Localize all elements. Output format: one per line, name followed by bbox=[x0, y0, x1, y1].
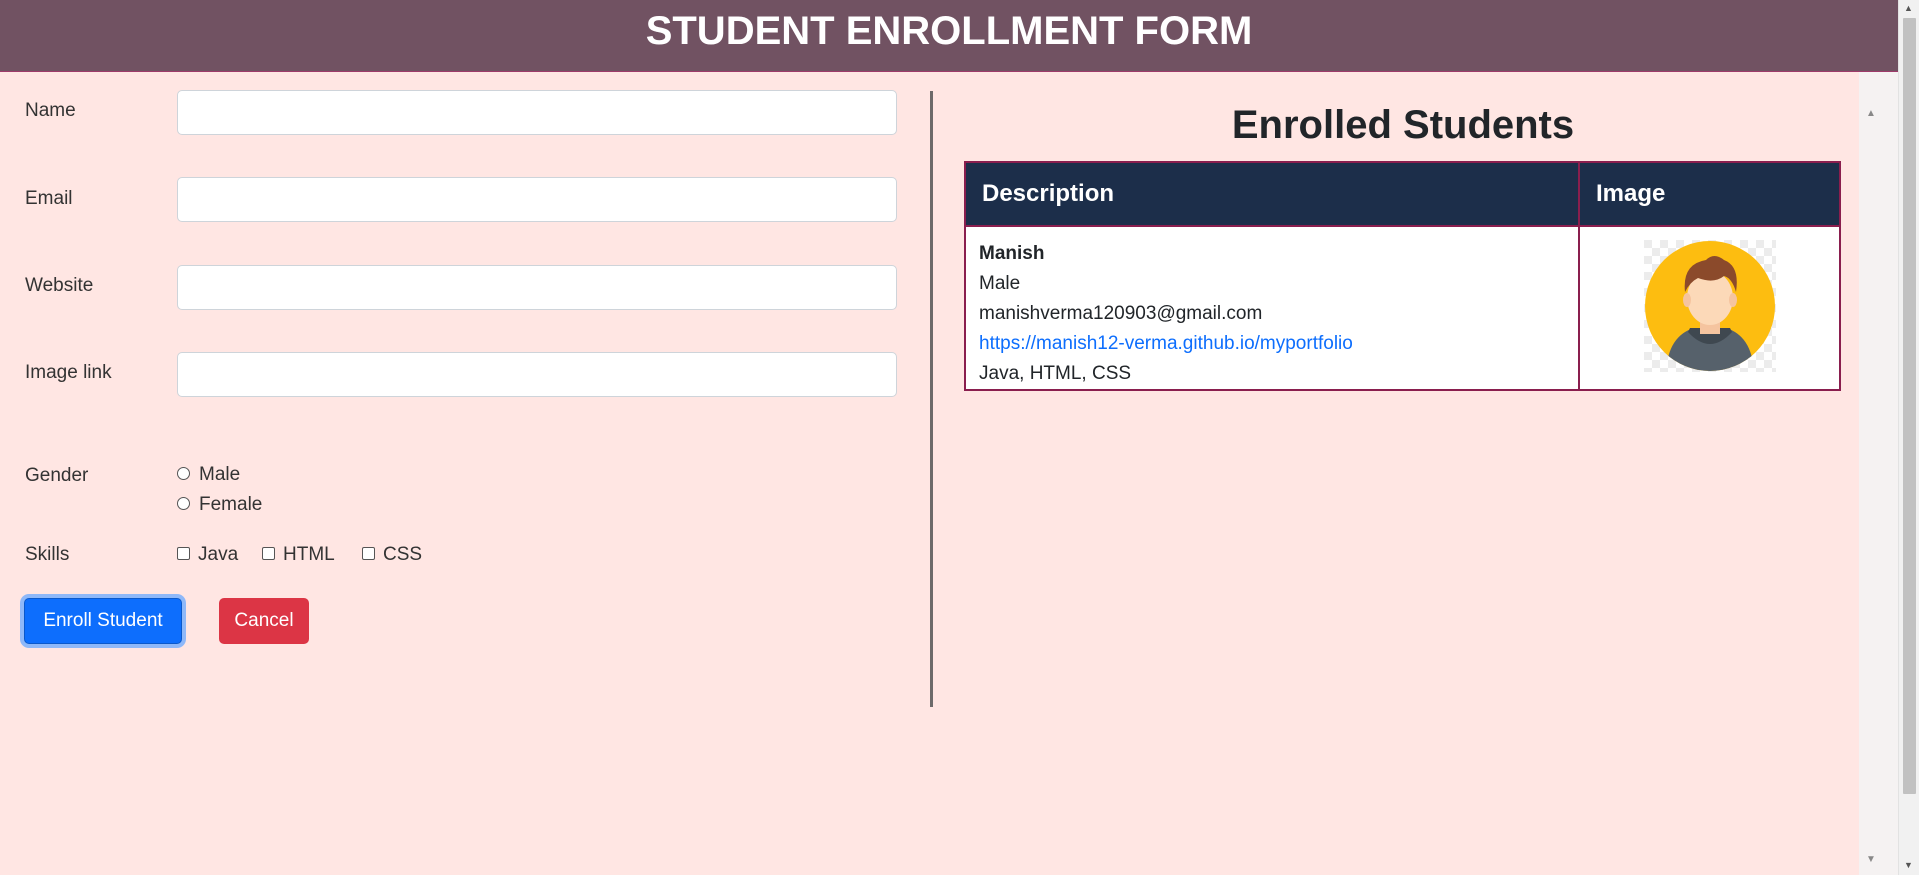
name-input[interactable] bbox=[177, 90, 897, 135]
skill-java-checkbox[interactable] bbox=[177, 546, 190, 560]
gender-female-label: Female bbox=[199, 494, 263, 515]
skill-css-checkbox[interactable] bbox=[362, 546, 375, 560]
student-image-cell bbox=[1578, 225, 1841, 391]
scroll-down-icon[interactable]: ▼ bbox=[1866, 854, 1876, 865]
student-name: Manish bbox=[979, 243, 1045, 264]
page-scrollbar[interactable]: ▲ ▼ bbox=[1898, 0, 1919, 875]
inner-scrollbar[interactable]: ▲ ▼ bbox=[1859, 72, 1898, 875]
student-website-link[interactable]: https://manish12-verma.github.io/myportf… bbox=[979, 333, 1353, 354]
enroll-student-button[interactable]: Enroll Student bbox=[24, 598, 182, 644]
skill-html-checkbox[interactable] bbox=[262, 546, 275, 560]
page-header: STUDENT ENROLLMENT FORM bbox=[0, 0, 1898, 72]
email-label: Email bbox=[25, 188, 73, 209]
table-row: Manish Male manishverma120903@gmail.com … bbox=[964, 225, 1841, 391]
scrollbar-thumb[interactable] bbox=[1903, 18, 1916, 794]
student-email: manishverma120903@gmail.com bbox=[979, 303, 1263, 324]
skill-java-label: Java bbox=[198, 544, 239, 565]
website-label: Website bbox=[25, 275, 94, 296]
enrolled-students-title: Enrolled Students bbox=[1231, 103, 1575, 147]
student-gender: Male bbox=[979, 273, 1021, 294]
student-description-cell: Manish Male manishverma120903@gmail.com … bbox=[964, 225, 1580, 391]
skill-html-option[interactable]: HTML bbox=[262, 544, 335, 566]
gender-male-radio[interactable] bbox=[177, 466, 190, 480]
website-input[interactable] bbox=[177, 265, 897, 310]
email-input[interactable] bbox=[177, 177, 897, 222]
column-header-description: Description bbox=[964, 161, 1580, 227]
image-link-input[interactable] bbox=[177, 352, 897, 397]
vertical-divider bbox=[930, 91, 933, 707]
cancel-button[interactable]: Cancel bbox=[219, 598, 309, 644]
student-skills: Java, HTML, CSS bbox=[979, 363, 1132, 384]
male-avatar-icon bbox=[1643, 240, 1776, 372]
skill-java-option[interactable]: Java bbox=[177, 544, 238, 566]
enrolled-students-table: Description Image Manish Male manishverm… bbox=[964, 161, 1841, 391]
column-header-image: Image bbox=[1578, 161, 1841, 227]
skill-css-label: CSS bbox=[383, 544, 423, 565]
gender-male-option[interactable]: Male bbox=[177, 464, 240, 486]
page-title: STUDENT ENROLLMENT FORM bbox=[645, 9, 1253, 53]
scroll-down-icon[interactable]: ▼ bbox=[1904, 860, 1913, 870]
gender-female-radio[interactable] bbox=[177, 496, 190, 510]
scroll-up-icon[interactable]: ▲ bbox=[1866, 108, 1876, 119]
scroll-up-icon[interactable]: ▲ bbox=[1904, 3, 1913, 13]
gender-label: Gender bbox=[25, 465, 89, 486]
skills-label: Skills bbox=[25, 544, 70, 565]
skill-css-option[interactable]: CSS bbox=[362, 544, 422, 566]
image-link-label: Image link bbox=[25, 362, 112, 383]
skill-html-label: HTML bbox=[283, 544, 335, 565]
gender-male-label: Male bbox=[199, 464, 241, 485]
gender-female-option[interactable]: Female bbox=[177, 494, 262, 516]
name-label: Name bbox=[25, 100, 76, 121]
